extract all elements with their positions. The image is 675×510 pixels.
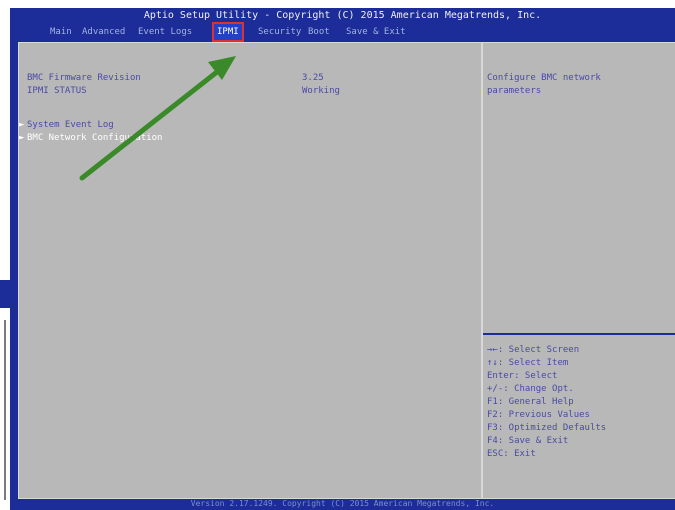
bmc-firmware-value: 3.25 (302, 73, 324, 83)
tab-main[interactable]: Main (50, 24, 72, 40)
tab-bar: Main Advanced Event Logs IPMI Security B… (10, 22, 675, 42)
menu-item-bmc-network-configuration[interactable]: BMC Network Configuration (27, 133, 162, 143)
bmc-firmware-label: BMC Firmware Revision (27, 73, 141, 83)
key-hint: ESC: Exit (487, 449, 536, 459)
key-hint: F2: Previous Values (487, 410, 590, 420)
ipmi-status-label: IPMI STATUS (27, 86, 87, 96)
version-footer: Version 2.17.1249. Copyright (C) 2015 Am… (190, 499, 495, 508)
key-hint: →←: Select Screen (487, 345, 580, 355)
bios-screen: Aptio Setup Utility - Copyright (C) 2015… (10, 8, 675, 510)
submenu-arrow-icon: ► (19, 120, 25, 130)
tab-boot[interactable]: Boot (308, 24, 330, 40)
submenu-arrow-icon: ► (19, 133, 25, 143)
key-hint: F3: Optimized Defaults (487, 423, 607, 433)
key-hint: +/-: Change Opt. (487, 384, 574, 394)
help-description-line: parameters (487, 86, 542, 96)
tab-event-logs[interactable]: Event Logs (138, 24, 192, 40)
background-window-border (4, 320, 6, 500)
ipmi-status-value: Working (302, 86, 340, 96)
help-description-line: Configure BMC network (487, 73, 601, 83)
key-hint: F4: Save & Exit (487, 436, 569, 446)
help-panel: Configure BMC network parameters →←: Sel… (482, 42, 675, 499)
tab-security[interactable]: Security (258, 24, 301, 40)
main-panel: BMC Firmware Revision 3.25 IPMI STATUS W… (18, 42, 482, 499)
menu-item-system-event-log[interactable]: System Event Log (27, 120, 114, 130)
tab-advanced[interactable]: Advanced (82, 24, 125, 40)
key-hint: F1: General Help (487, 397, 574, 407)
bios-title: Aptio Setup Utility - Copyright (C) 2015… (143, 10, 542, 21)
key-hint: ↑↓: Select Item (487, 358, 569, 368)
help-separator (483, 333, 675, 335)
tab-save-exit[interactable]: Save & Exit (346, 24, 406, 40)
key-hint: Enter: Select (487, 371, 558, 381)
tab-ipmi[interactable]: IPMI (212, 22, 244, 42)
